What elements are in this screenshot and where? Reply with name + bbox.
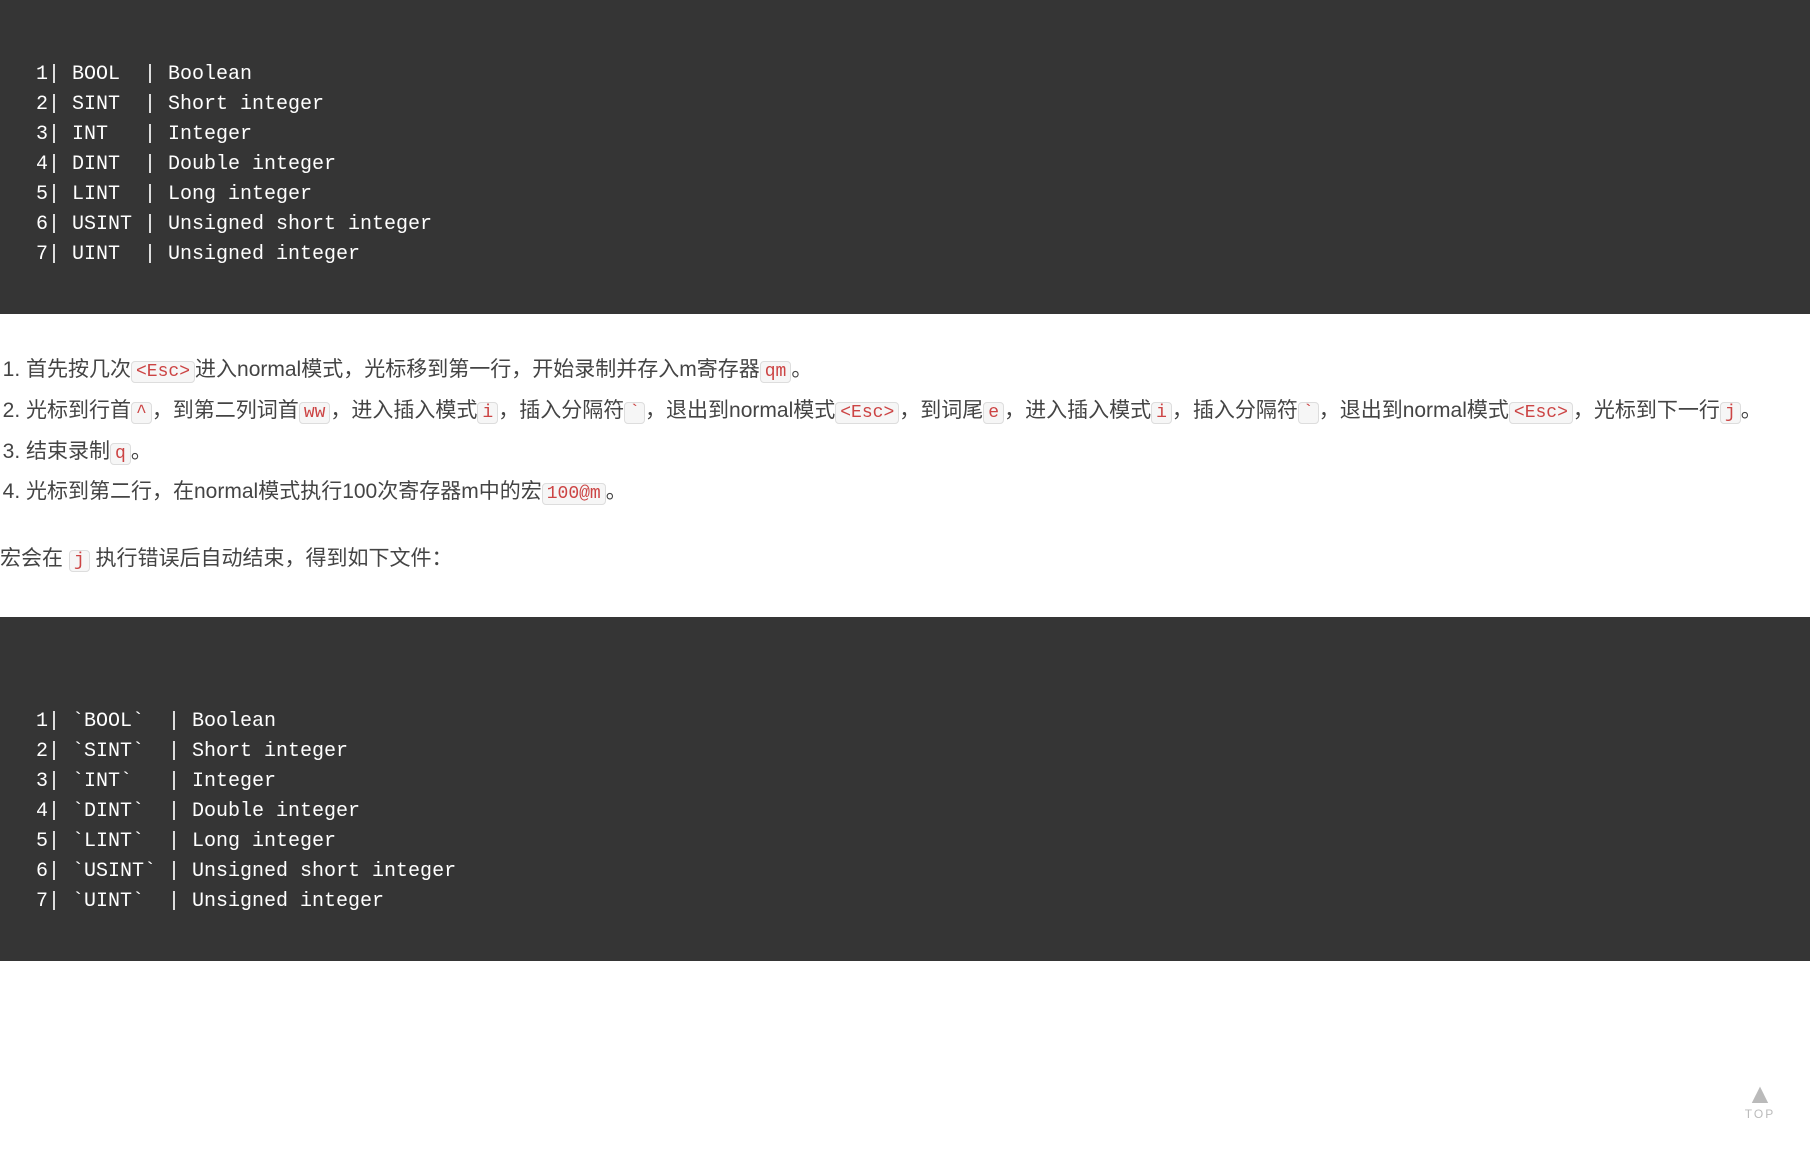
code-row: 5 | `LINT` | Long integer — [0, 827, 456, 857]
text: ，退出到normal模式 — [1319, 399, 1509, 422]
line-content: | DINT | Double integer — [48, 150, 432, 180]
steps-list: 首先按几次<Esc>进入normal模式，光标移到第一行，开始录制并存入m寄存器… — [0, 352, 1810, 511]
line-number: 1 — [0, 60, 48, 90]
code-row: 4 | DINT | Double integer — [0, 150, 432, 180]
code-block-before: 1 | BOOL | Boolean 2 | SINT | Short inte… — [0, 0, 1810, 314]
text: 。 — [1741, 399, 1762, 422]
code-row: 2 | `SINT` | Short integer — [0, 737, 456, 767]
line-number: 7 — [0, 240, 48, 270]
line-number: 7 — [0, 887, 48, 917]
line-number: 4 — [0, 797, 48, 827]
kbd-qm: qm — [760, 361, 792, 383]
top-label: TOP — [1730, 1104, 1790, 1124]
kbd-backtick: ` — [1298, 402, 1319, 424]
code-table-before: 1 | BOOL | Boolean 2 | SINT | Short inte… — [0, 60, 432, 270]
step-3: 结束录制q。 — [26, 434, 1810, 471]
code-row: 3 | `INT` | Integer — [0, 767, 456, 797]
kbd-100at-m: 100@m — [542, 483, 606, 505]
text: 光标到行首 — [26, 399, 131, 422]
line-number: 4 — [0, 150, 48, 180]
line-number: 2 — [0, 737, 48, 767]
code-row: 7 | UINT | Unsigned integer — [0, 240, 432, 270]
line-content: | UINT | Unsigned integer — [48, 240, 432, 270]
line-content: | `LINT` | Long integer — [48, 827, 456, 857]
line-number: 3 — [0, 120, 48, 150]
line-number: 6 — [0, 210, 48, 240]
line-content: | `INT` | Integer — [48, 767, 456, 797]
text: ，插入分隔符 — [498, 399, 624, 422]
line-content: | SINT | Short integer — [48, 90, 432, 120]
step-2: 光标到行首^，到第二列词首ww，进入插入模式i，插入分隔符`，退出到normal… — [26, 393, 1810, 430]
line-content: | USINT | Unsigned short integer — [48, 210, 432, 240]
text: 。 — [606, 480, 627, 503]
kbd-caret: ^ — [131, 402, 152, 424]
kbd-i: i — [1151, 402, 1172, 424]
line-number: 5 — [0, 827, 48, 857]
code-row: 1 | BOOL | Boolean — [0, 60, 432, 90]
text: 首先按几次 — [26, 358, 131, 381]
line-content: | `USINT` | Unsigned short integer — [48, 857, 456, 887]
line-content: | BOOL | Boolean — [48, 60, 432, 90]
code-row: 6 | USINT | Unsigned short integer — [0, 210, 432, 240]
text: 进入normal模式，光标移到第一行，开始录制并存入m寄存器 — [195, 358, 760, 381]
line-number: 1 — [0, 707, 48, 737]
line-content: | `SINT` | Short integer — [48, 737, 456, 767]
line-number: 5 — [0, 180, 48, 210]
after-paragraph: 宏会在 j 执行错误后自动结束，得到如下文件： — [0, 541, 1810, 577]
text: 。 — [791, 358, 812, 381]
text: 光标到第二行，在normal模式执行100次寄存器m中的宏 — [26, 480, 542, 503]
kbd-backtick: ` — [624, 402, 645, 424]
line-number: 2 — [0, 90, 48, 120]
code-row: 3 | INT | Integer — [0, 120, 432, 150]
code-row: 2 | SINT | Short integer — [0, 90, 432, 120]
kbd-ww: ww — [299, 402, 331, 424]
code-row: 1 | `BOOL` | Boolean — [0, 707, 456, 737]
text: ，进入插入模式 — [330, 399, 477, 422]
step-4: 光标到第二行，在normal模式执行100次寄存器m中的宏100@m。 — [26, 474, 1810, 511]
kbd-q: q — [110, 443, 131, 465]
code-block-after: 1 | `BOOL` | Boolean 2 | `SINT` | Short … — [0, 617, 1810, 961]
text: ，到词尾 — [899, 399, 983, 422]
line-content: | `UINT` | Unsigned integer — [48, 887, 456, 917]
line-content: | `DINT` | Double integer — [48, 797, 456, 827]
kbd-esc: <Esc> — [131, 361, 195, 383]
line-content: | `BOOL` | Boolean — [48, 707, 456, 737]
line-number: 3 — [0, 767, 48, 797]
text: 宏会在 — [0, 547, 69, 570]
line-content: | LINT | Long integer — [48, 180, 432, 210]
text: 结束录制 — [26, 440, 110, 463]
step-1: 首先按几次<Esc>进入normal模式，光标移到第一行，开始录制并存入m寄存器… — [26, 352, 1810, 389]
back-to-top-button[interactable]: ▲ TOP — [1730, 1080, 1790, 1140]
kbd-j: j — [69, 550, 90, 572]
prose-section: 首先按几次<Esc>进入normal模式，光标移到第一行，开始录制并存入m寄存器… — [0, 314, 1810, 617]
code-table-after: 1 | `BOOL` | Boolean 2 | `SINT` | Short … — [0, 707, 456, 917]
text: ，光标到下一行 — [1573, 399, 1720, 422]
code-row: 5 | LINT | Long integer — [0, 180, 432, 210]
text: ，进入插入模式 — [1004, 399, 1151, 422]
text: ，到第二列词首 — [152, 399, 299, 422]
kbd-i: i — [477, 402, 498, 424]
kbd-j: j — [1720, 402, 1741, 424]
line-content: | INT | Integer — [48, 120, 432, 150]
code-row: 4 | `DINT` | Double integer — [0, 797, 456, 827]
code-row: 6 | `USINT` | Unsigned short integer — [0, 857, 456, 887]
kbd-esc: <Esc> — [1509, 402, 1573, 424]
text: ，插入分隔符 — [1172, 399, 1298, 422]
kbd-e: e — [983, 402, 1004, 424]
text: 执行错误后自动结束，得到如下文件： — [90, 547, 453, 570]
code-row: 7 | `UINT` | Unsigned integer — [0, 887, 456, 917]
text: ，退出到normal模式 — [645, 399, 835, 422]
line-number: 6 — [0, 857, 48, 887]
text: 。 — [131, 440, 152, 463]
kbd-esc: <Esc> — [835, 402, 899, 424]
